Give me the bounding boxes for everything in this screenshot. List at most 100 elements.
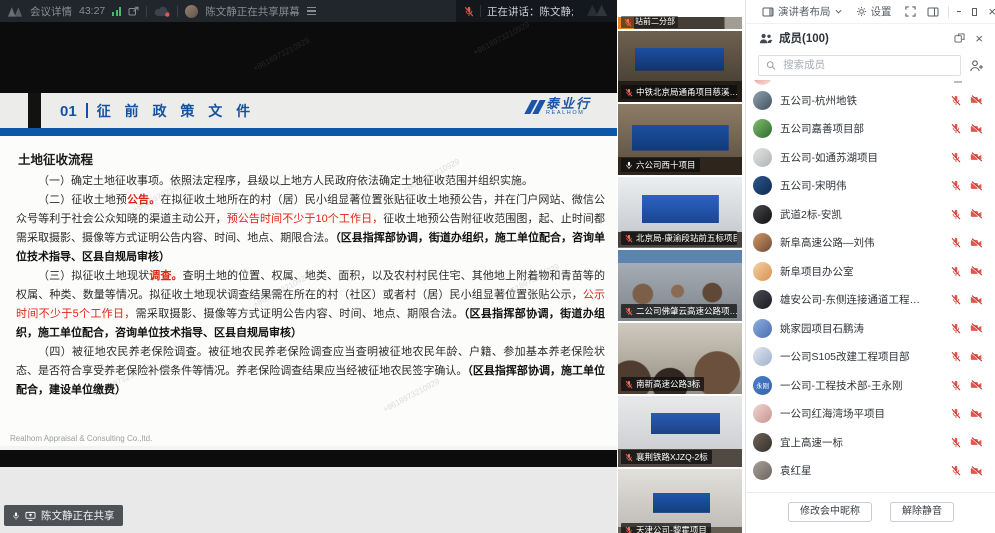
- thumbnail-label-text: 六公司西十项目: [636, 161, 696, 170]
- sharing-indicator-badge[interactable]: 陈文静正在共享: [4, 505, 123, 526]
- rename-button[interactable]: 修改会中昵称: [788, 502, 872, 522]
- screen-share-icon: [25, 511, 36, 521]
- minimize-button[interactable]: [957, 11, 961, 12]
- window-controls-bar: 演讲者布局 设置 ×: [746, 0, 995, 24]
- member-row[interactable]: 袁红星: [746, 457, 995, 486]
- member-name: 雄安公司-东侧连接通道工程项目向志良: [780, 292, 930, 307]
- fullscreen-icon: [905, 6, 916, 17]
- unmute-button[interactable]: 解除静音: [890, 502, 954, 522]
- muted-camera-icon[interactable]: [970, 266, 982, 276]
- search-members-input[interactable]: [781, 58, 953, 72]
- search-box[interactable]: [758, 55, 961, 76]
- popout-panel-icon[interactable]: [954, 33, 965, 43]
- member-row[interactable]: 五公司-杭州地铁: [746, 86, 995, 115]
- muted-mic-icon[interactable]: [951, 209, 961, 220]
- thumbnail-mic-icon: [625, 380, 633, 389]
- muted-mic-icon[interactable]: [951, 294, 961, 305]
- video-thumbnail[interactable]: 六公司西十项目: [618, 104, 742, 175]
- video-thumbnail[interactable]: 南新高速公路3标: [618, 323, 742, 394]
- avatar: [753, 319, 772, 338]
- muted-camera-icon[interactable]: [970, 380, 982, 390]
- muted-mic-icon[interactable]: [951, 123, 961, 134]
- meeting-details-link[interactable]: 会议详情: [30, 4, 72, 19]
- member-row[interactable]: 五公司-如通苏湖项目: [746, 143, 995, 172]
- muted-camera-icon[interactable]: [970, 409, 982, 419]
- muted-mic-icon[interactable]: [951, 408, 961, 419]
- close-window-button[interactable]: ×: [988, 5, 995, 18]
- member-list-rows: 五公司-杭州地铁 五公司嘉善项目部 五公司-如通苏湖项目: [746, 86, 995, 485]
- member-row[interactable]: 武道2标-安凯: [746, 200, 995, 229]
- muted-camera-icon[interactable]: [970, 238, 982, 248]
- muted-mic-icon[interactable]: [951, 323, 961, 334]
- slide-accent-bar: [0, 128, 617, 136]
- video-strip: 站前二分部 中铁北京局通甬项目慈溪… 六公司西十项目 北京局-康渝段站前五标项目: [617, 0, 745, 533]
- muted-camera-icon[interactable]: [970, 437, 982, 447]
- slide-body: 土地征收流程 （一）确定土地征收事项。依照法定程序，县级以上地方人民政府依法确定…: [0, 136, 617, 446]
- avatar: [753, 347, 772, 366]
- muted-camera-icon[interactable]: [970, 181, 982, 191]
- slide-heading: 土地征收流程: [18, 149, 605, 168]
- muted-mic-icon[interactable]: [951, 180, 961, 191]
- member-row[interactable]: 宜上高速一标: [746, 428, 995, 457]
- member-row[interactable]: 永刚 一公司-工程技术部-王永刚: [746, 371, 995, 400]
- muted-camera-icon[interactable]: [970, 466, 982, 476]
- video-thumbnail[interactable]: 襄荆铁路XJZQ-2标: [618, 396, 742, 467]
- video-thumbnail[interactable]: 二公司佛肇云高速公路项…: [618, 250, 742, 321]
- muted-mic-icon[interactable]: [951, 95, 961, 106]
- muted-mic-icon[interactable]: [951, 266, 961, 277]
- maximize-button[interactable]: [972, 8, 977, 16]
- members-panel-header: 成员(100) ×: [746, 26, 995, 50]
- muted-camera-icon[interactable]: [970, 124, 982, 134]
- member-row[interactable]: 五公司嘉善项目部: [746, 115, 995, 144]
- open-window-icon[interactable]: [128, 6, 139, 17]
- member-row[interactable]: 一公司S105改建工程项目部: [746, 343, 995, 372]
- layout-icon: [762, 7, 774, 17]
- topbar-divider: [146, 6, 147, 17]
- layout-selector[interactable]: 演讲者布局: [762, 4, 842, 19]
- thumbnail-label-text: 襄荆铁路XJZQ-2标: [636, 453, 708, 462]
- muted-camera-icon[interactable]: [970, 95, 982, 105]
- slide-bottom-band: [0, 450, 617, 467]
- thumbnail-label: 六公司西十项目: [621, 158, 700, 172]
- video-thumbnail[interactable]: 北京局-康渝段站前五标项目: [618, 177, 742, 248]
- muted-mic-icon[interactable]: [951, 237, 961, 248]
- member-row[interactable]: 雄安公司-东侧连接通道工程项目向志良: [746, 286, 995, 315]
- member-row[interactable]: 姚家园项目石鹏涛: [746, 314, 995, 343]
- avatar: [753, 461, 772, 480]
- avatar: [753, 80, 772, 85]
- video-thumbnail[interactable]: 站前二分部: [618, 0, 742, 29]
- muted-mic-icon[interactable]: [951, 380, 961, 391]
- muted-camera-icon[interactable]: [970, 323, 982, 333]
- watermark-text: +8618973210929: [472, 20, 531, 57]
- members-icon: [759, 33, 773, 44]
- side-panel-toggle[interactable]: [927, 7, 939, 17]
- member-row[interactable]: 五公司-宋明伟: [746, 172, 995, 201]
- muted-mic-icon[interactable]: [951, 437, 961, 448]
- member-row[interactable]: 新阜项目办公室: [746, 257, 995, 286]
- topbar-divider: [177, 6, 178, 17]
- thumbnail-label: 北京局-康渝段站前五标项目: [621, 231, 737, 245]
- member-name: 新阜项目办公室: [780, 264, 854, 279]
- muted-camera-icon[interactable]: [970, 295, 982, 305]
- settings-button[interactable]: 设置: [856, 4, 892, 19]
- video-thumbnail[interactable]: 天津公司-黎霍项目: [618, 469, 742, 533]
- cloud-recording-icon[interactable]: [154, 6, 170, 17]
- muted-mic-icon[interactable]: [951, 351, 961, 362]
- share-list-icon[interactable]: [307, 7, 316, 15]
- muted-camera-icon[interactable]: [970, 209, 982, 219]
- member-row[interactable]: 新阜高速公路—刘伟: [746, 229, 995, 258]
- avatar: [753, 205, 772, 224]
- video-thumbnail[interactable]: 中铁北京局通甬项目慈溪…: [618, 31, 742, 102]
- meeting-timer: 43:27: [79, 5, 105, 17]
- muted-camera-icon[interactable]: [970, 152, 982, 162]
- member-row[interactable]: 一公司红海湾场平项目: [746, 400, 995, 429]
- title-band-notch: [28, 93, 41, 128]
- add-member-icon[interactable]: [969, 59, 984, 72]
- members-panel-title: 成员(100): [779, 30, 829, 46]
- muted-mic-icon[interactable]: [951, 152, 961, 163]
- muted-camera-icon[interactable]: [970, 352, 982, 362]
- thumbnail-label: 襄荆铁路XJZQ-2标: [621, 450, 712, 464]
- fullscreen-button[interactable]: [905, 6, 916, 17]
- close-panel-icon[interactable]: ×: [975, 32, 983, 45]
- muted-mic-icon[interactable]: [951, 465, 961, 476]
